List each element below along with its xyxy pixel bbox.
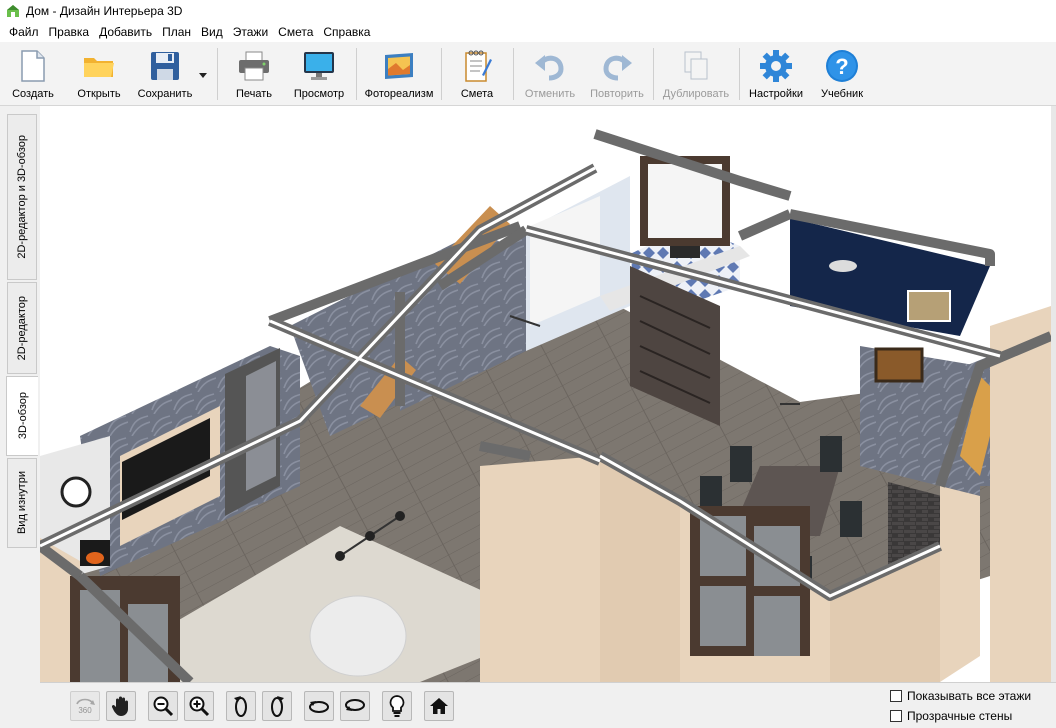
photo-frame-icon: [381, 48, 417, 84]
tilt-up-icon: [309, 701, 329, 713]
show-all-floors-label: Показывать все этажи: [907, 689, 1032, 703]
menu-bar: Файл Правка Добавить План Вид Этажи Смет…: [0, 22, 1056, 42]
tab-2d-editor[interactable]: 2D-редактор: [7, 282, 37, 374]
tilt-down-icon: [345, 699, 365, 711]
title-bar: Дом - Дизайн Интерьера 3D: [0, 0, 1056, 22]
zoom-in-button[interactable]: [184, 691, 214, 721]
save-button[interactable]: Сохранить: [134, 48, 196, 102]
floppy-disk-icon: [147, 48, 183, 84]
show-all-floors-checkbox[interactable]: [890, 690, 902, 702]
redo-arrow-icon: [599, 48, 635, 84]
open-button[interactable]: Открыть: [70, 48, 128, 102]
lighting-button[interactable]: [382, 691, 412, 721]
print-label: Печать: [235, 88, 273, 100]
rotate-left-icon: [234, 696, 247, 717]
preview-button[interactable]: Просмотр: [290, 48, 348, 102]
hand-icon: [111, 696, 128, 716]
light-bulb-icon: [389, 695, 405, 717]
transparent-walls-option[interactable]: Прозрачные стены: [890, 709, 1012, 723]
rotate-360-button[interactable]: 360: [70, 691, 100, 721]
toolbar-separator: [739, 48, 740, 100]
toolbar-separator: [513, 48, 514, 100]
toolbar-separator: [217, 48, 218, 100]
rotate-right-button[interactable]: [262, 691, 292, 721]
tab-2d-editor-and-3d-view[interactable]: 2D-редактор и 3D-обзор: [7, 114, 37, 280]
show-all-floors-option[interactable]: Показывать все этажи: [890, 689, 1031, 703]
menu-floors[interactable]: Этажи: [228, 25, 273, 39]
undo-label: Отменить: [524, 88, 576, 100]
help-question-icon: ?: [824, 48, 860, 84]
rotate-right-icon: [271, 696, 284, 717]
view-controls-bar: 360 Показывать все этажи Прозрачные стен…: [40, 682, 1056, 728]
3d-viewport[interactable]: [40, 106, 1051, 682]
rotate-left-button[interactable]: [226, 691, 256, 721]
zoom-out-icon: [153, 696, 174, 717]
redo-label: Повторить: [590, 88, 644, 100]
preview-label: Просмотр: [293, 88, 345, 100]
tutorial-button[interactable]: ? Учебник: [814, 48, 870, 102]
toolbar: Создать Открыть Сохранить Печать Просмот…: [0, 42, 1056, 106]
home-view-button[interactable]: [424, 691, 454, 721]
undo-arrow-icon: [532, 48, 568, 84]
duplicate-label: Дублировать: [662, 88, 730, 100]
photorealism-button[interactable]: Фотореализм: [362, 48, 436, 102]
monitor-icon: [301, 48, 337, 84]
tab-3d-view[interactable]: 3D-обзор: [6, 376, 38, 456]
settings-button[interactable]: Настройки: [744, 48, 808, 102]
print-button[interactable]: Печать: [228, 48, 280, 102]
tutorial-label: Учебник: [820, 88, 864, 100]
view-mode-tabs: 2D-редактор и 3D-обзор 2D-редактор 3D-об…: [0, 106, 40, 728]
house-3d-render: [40, 129, 1051, 682]
estimate-label: Смета: [460, 88, 494, 100]
svg-text:?: ?: [835, 54, 848, 79]
gear-icon: [758, 48, 794, 84]
menu-edit[interactable]: Правка: [44, 25, 95, 39]
zoom-out-button[interactable]: [148, 691, 178, 721]
toolbar-separator: [653, 48, 654, 100]
duplicate-icon: [678, 48, 714, 84]
window-title: Дом - Дизайн Интерьера 3D: [26, 4, 183, 18]
menu-help[interactable]: Справка: [318, 25, 375, 39]
transparent-walls-label: Прозрачные стены: [907, 709, 1013, 723]
viewport-scrollbar[interactable]: [1051, 106, 1056, 682]
notepad-icon: [459, 48, 495, 84]
transparent-walls-checkbox[interactable]: [890, 710, 902, 722]
home-icon: [430, 698, 448, 714]
menu-estimate[interactable]: Смета: [273, 25, 318, 39]
settings-label: Настройки: [749, 88, 803, 100]
printer-icon: [236, 48, 272, 84]
duplicate-button[interactable]: Дублировать: [658, 48, 734, 102]
tilt-up-button[interactable]: [304, 691, 334, 721]
save-dropdown-arrow-icon[interactable]: [199, 68, 207, 82]
app-icon: [7, 5, 19, 17]
estimate-button[interactable]: Смета: [452, 48, 502, 102]
zoom-in-icon: [189, 696, 210, 717]
tab-inside-view[interactable]: Вид изнутри: [7, 458, 37, 548]
menu-add[interactable]: Добавить: [94, 25, 157, 39]
toolbar-separator: [441, 48, 442, 100]
new-document-icon: [15, 48, 51, 84]
tilt-down-button[interactable]: [340, 691, 370, 721]
toolbar-separator: [356, 48, 357, 100]
open-label: Открыть: [77, 88, 121, 100]
rotate-360-icon: 360: [76, 698, 95, 715]
create-label: Создать: [12, 88, 54, 100]
undo-button[interactable]: Отменить: [520, 48, 580, 102]
folder-icon: [81, 48, 117, 84]
menu-file[interactable]: Файл: [4, 25, 44, 39]
menu-view[interactable]: Вид: [196, 25, 228, 39]
save-label: Сохранить: [137, 88, 193, 100]
photorealism-label: Фотореализм: [364, 88, 434, 100]
create-button[interactable]: Создать: [6, 48, 60, 102]
svg-text:360: 360: [78, 706, 92, 715]
pan-hand-button[interactable]: [106, 691, 136, 721]
redo-button[interactable]: Повторить: [586, 48, 648, 102]
menu-plan[interactable]: План: [157, 25, 196, 39]
